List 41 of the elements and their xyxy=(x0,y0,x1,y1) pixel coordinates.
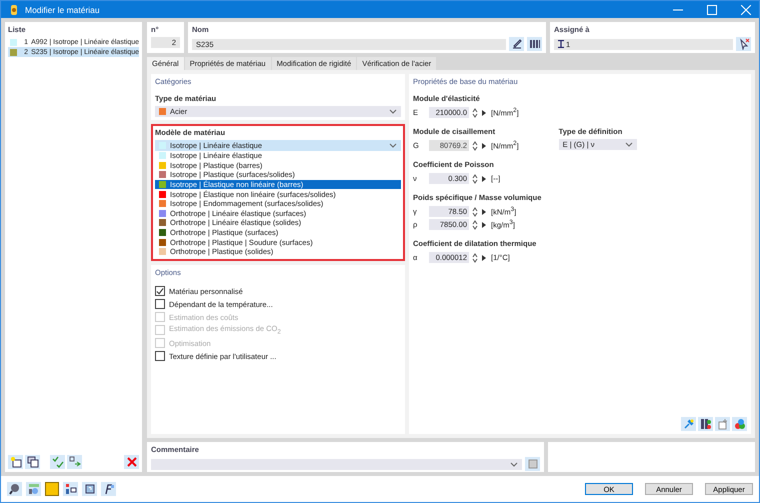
checkbox[interactable] xyxy=(155,299,165,310)
books-icon[interactable] xyxy=(698,417,713,431)
search-icon[interactable] xyxy=(7,482,22,496)
spinner-icon[interactable] xyxy=(472,174,478,184)
member-icon xyxy=(558,40,564,48)
checklist-icon[interactable] xyxy=(67,455,82,469)
arrow-icon[interactable] xyxy=(481,254,486,260)
comment-field[interactable] xyxy=(151,458,522,470)
delete-icon[interactable] xyxy=(124,455,139,469)
caret-icon xyxy=(389,143,397,148)
checkbox[interactable] xyxy=(155,351,165,362)
spinner-icon[interactable] xyxy=(472,220,478,230)
spinner-icon[interactable] xyxy=(472,140,478,150)
arrow-icon[interactable] xyxy=(481,208,486,214)
tree-icon[interactable] xyxy=(63,482,78,496)
arrow-icon[interactable] xyxy=(481,142,486,148)
spinner-icon[interactable] xyxy=(472,252,478,262)
arrow-icon[interactable] xyxy=(481,110,486,116)
caret-icon xyxy=(510,462,518,466)
caret-icon xyxy=(624,142,633,147)
app-icon xyxy=(9,4,19,16)
help-icon[interactable] xyxy=(82,482,97,496)
arrow-icon[interactable] xyxy=(481,176,486,182)
new-icon[interactable] xyxy=(8,455,23,469)
maximize-icon[interactable] xyxy=(707,4,717,14)
edit-icon[interactable] xyxy=(509,37,524,51)
pick-icon[interactable] xyxy=(736,37,751,51)
formula-icon[interactable] xyxy=(101,482,116,496)
table-icon[interactable] xyxy=(26,482,41,496)
color-picker[interactable] xyxy=(45,482,59,496)
caret-icon xyxy=(389,109,397,114)
window-title: Modifier le matériau xyxy=(25,4,100,14)
spinner-icon[interactable] xyxy=(472,206,478,216)
close-icon[interactable] xyxy=(741,4,751,14)
spinner-icon[interactable] xyxy=(472,108,478,118)
copy-icon[interactable] xyxy=(25,455,40,469)
arrow-icon[interactable] xyxy=(481,222,486,228)
balls-icon[interactable] xyxy=(732,417,747,431)
checkbox[interactable] xyxy=(155,286,165,296)
checkmark-icon[interactable] xyxy=(50,455,65,469)
library-icon[interactable] xyxy=(527,37,542,51)
